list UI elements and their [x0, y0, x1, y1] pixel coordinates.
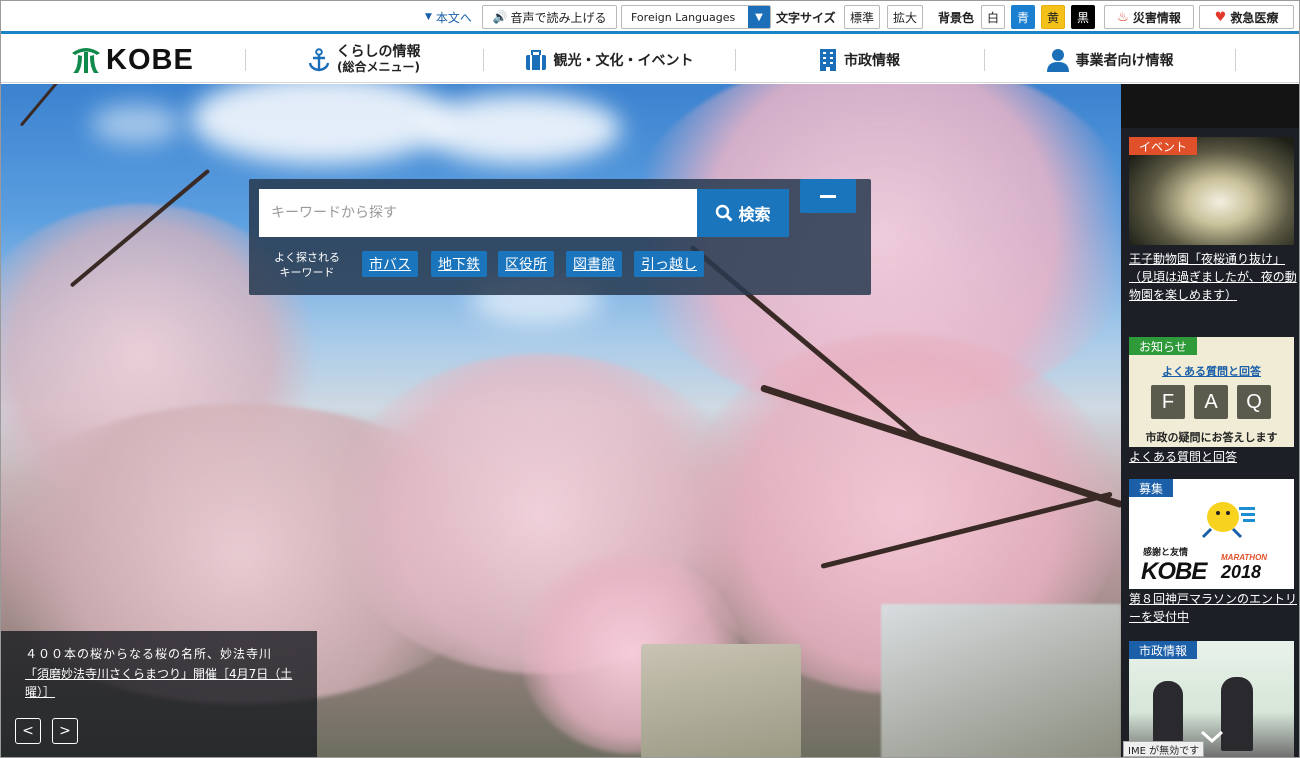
- chevron-left-icon: <: [22, 723, 34, 739]
- background-color-label: 背景色: [938, 10, 975, 25]
- side-card-notice[interactable]: お知らせ よくある質問と回答 F A Q 市政の疑問にお答えします よくある質問…: [1129, 337, 1294, 467]
- cloud-shape: [191, 84, 451, 164]
- flame-icon: ♨: [1117, 9, 1129, 25]
- card-tag: 市政情報: [1129, 641, 1198, 659]
- emergency-medical-label: 救急医療: [1230, 10, 1279, 25]
- banner-kobe-text: KOBE: [1141, 558, 1207, 585]
- cloud-shape: [91, 104, 181, 144]
- card-caption-link[interactable]: 王子動物園「夜桜通り抜け」（見頃は過ぎましたが、夜の動物園を楽しめます）: [1129, 250, 1299, 304]
- heart-pulse-icon: ♥: [1214, 9, 1227, 25]
- nav-city-admin-label: 市政情報: [844, 53, 900, 69]
- faq-letter: A: [1194, 385, 1228, 419]
- faq-banner-title: よくある質問と回答: [1162, 365, 1261, 378]
- nav-city-admin[interactable]: 市政情報: [736, 37, 983, 83]
- chevron-right-icon: >: [59, 723, 71, 739]
- ime-status-indicator: IME が無効です: [1123, 741, 1205, 757]
- cloud-shape: [421, 94, 621, 164]
- nav-tourism-label: 観光・文化・イベント: [553, 53, 694, 69]
- nav-living-label: くらしの情報: [336, 44, 421, 60]
- card-tag: 募集: [1129, 479, 1174, 497]
- card-tag: イベント: [1129, 137, 1198, 155]
- logo-wordmark: KOBE: [106, 44, 194, 76]
- search-icon: [715, 204, 733, 222]
- marathon-mascot-icon: [1201, 502, 1255, 539]
- slide-caption-text: ４００本の桜からなる桜の名所、妙法寺川: [25, 647, 273, 661]
- next-slide-button[interactable]: >: [52, 718, 78, 744]
- search-input[interactable]: [259, 189, 697, 237]
- side-card-recruitment[interactable]: 募集 感謝と友情 KOBE MARATHON 2018 第８回神戸マラソンのエン…: [1129, 479, 1297, 629]
- collapse-search-button[interactable]: [800, 179, 856, 213]
- emergency-medical-button[interactable]: ♥ 救急医療: [1199, 5, 1294, 29]
- keyword-link[interactable]: 地下鉄: [431, 251, 487, 277]
- side-news-column: イベント 王子動物園「夜桜通り抜け」（見頃は過ぎましたが、夜の動物園を楽しめます…: [1121, 84, 1299, 757]
- bg-black-button[interactable]: 黒: [1071, 5, 1095, 29]
- nav-business[interactable]: 事業者向け情報: [985, 37, 1235, 83]
- nav-living-info[interactable]: くらしの情報 (総合メニュー): [246, 37, 482, 83]
- banner-small-text: 感謝と友情: [1143, 548, 1189, 558]
- nav-business-label: 事業者向け情報: [1075, 53, 1174, 69]
- speaker-icon: 🔊: [492, 10, 508, 24]
- minus-icon: [820, 194, 836, 198]
- tree-branch: [19, 84, 100, 127]
- caret-down-icon: ▼: [425, 12, 432, 22]
- read-aloud-label: 音声で読み上げる: [510, 10, 607, 25]
- riverside-railing: [881, 604, 1121, 757]
- person-icon: [1046, 48, 1069, 72]
- global-nav: KOBE くらしの情報 (総合メニュー) 観光・文化・イベント 市政情報 事業者…: [1, 37, 1299, 83]
- nav-tourism-culture[interactable]: 観光・文化・イベント: [484, 37, 734, 83]
- suitcase-icon: [525, 49, 547, 71]
- keyword-link[interactable]: 引っ越し: [634, 251, 704, 277]
- skip-link-label: 本文へ: [435, 10, 472, 25]
- font-size-large-button[interactable]: 拡大: [887, 5, 924, 29]
- popular-keywords-label: よく探される キーワード: [274, 251, 340, 279]
- skip-to-content-link[interactable]: ▼ 本文へ: [425, 5, 472, 29]
- faq-letter: F: [1151, 385, 1185, 419]
- search-panel: 検索 よく探される キーワード 市バス 地下鉄 区役所 図書館 引っ越し: [249, 179, 871, 295]
- faq-letters: F A Q: [1151, 385, 1271, 419]
- building-icon: [819, 48, 837, 72]
- font-size-standard-button[interactable]: 標準: [844, 5, 881, 29]
- kobe-city-emblem-icon: [72, 48, 100, 73]
- faq-banner-subtitle: 市政の疑問にお答えします: [1145, 431, 1278, 444]
- search-button[interactable]: 検索: [697, 189, 789, 237]
- card-caption-link[interactable]: よくある質問と回答: [1129, 448, 1299, 466]
- slide-caption-link[interactable]: 「須磨妙法寺川さくらまつり」開催［4月7日（土曜）］: [25, 665, 295, 701]
- banner-year-text: 2018: [1221, 562, 1262, 582]
- card-tag: お知らせ: [1129, 337, 1197, 355]
- faq-letter: Q: [1237, 385, 1271, 419]
- chevron-down-icon: ▼: [748, 6, 770, 28]
- banner-marathon-text: MARATHON: [1221, 553, 1268, 562]
- card-caption-link[interactable]: 第８回神戸マラソンのエントリーを受付中: [1129, 590, 1299, 626]
- slide-caption: ４００本の桜からなる桜の名所、妙法寺川 「須磨妙法寺川さくらまつり」開催［4月7…: [1, 631, 317, 757]
- disaster-info-button[interactable]: ♨ 災害情報: [1104, 5, 1194, 29]
- kobe-logo[interactable]: KOBE: [69, 45, 194, 75]
- utility-bar: ▼ 本文へ 🔊 音声で読み上げる Foreign Languages ▼ 文字サイズ …: [1, 1, 1299, 34]
- prev-slide-button[interactable]: <: [15, 718, 41, 744]
- keyword-link[interactable]: 市バス: [362, 251, 418, 277]
- keyword-link[interactable]: 区役所: [498, 251, 554, 277]
- language-select-value: Foreign Languages: [631, 10, 736, 24]
- riverbed-channel: [641, 644, 801, 757]
- bg-yellow-button[interactable]: 黄: [1041, 5, 1065, 29]
- read-aloud-button[interactable]: 🔊 音声で読み上げる: [482, 5, 617, 29]
- bg-white-button[interactable]: 白: [981, 5, 1005, 29]
- anchor-icon: [308, 48, 330, 72]
- search-button-label: 検索: [738, 205, 771, 224]
- side-card-event[interactable]: イベント 王子動物園「夜桜通り抜け」（見頃は過ぎましたが、夜の動物園を楽しめます…: [1129, 137, 1297, 327]
- keyword-link[interactable]: 図書館: [566, 251, 622, 277]
- browser-page: ▼ 本文へ 🔊 音声で読み上げる Foreign Languages ▼ 文字サイズ …: [0, 0, 1300, 758]
- hero-image: 検索 よく探される キーワード 市バス 地下鉄 区役所 図書館 引っ越し ４００…: [1, 84, 1121, 757]
- nav-living-sublabel: (総合メニュー): [337, 60, 420, 74]
- font-size-label: 文字サイズ: [776, 10, 836, 25]
- nav-divider: [1235, 49, 1236, 71]
- bg-blue-button[interactable]: 青: [1011, 5, 1035, 29]
- disaster-info-label: 災害情報: [1132, 10, 1181, 25]
- side-top-bar: [1121, 84, 1299, 128]
- language-select[interactable]: Foreign Languages ▼: [621, 5, 771, 29]
